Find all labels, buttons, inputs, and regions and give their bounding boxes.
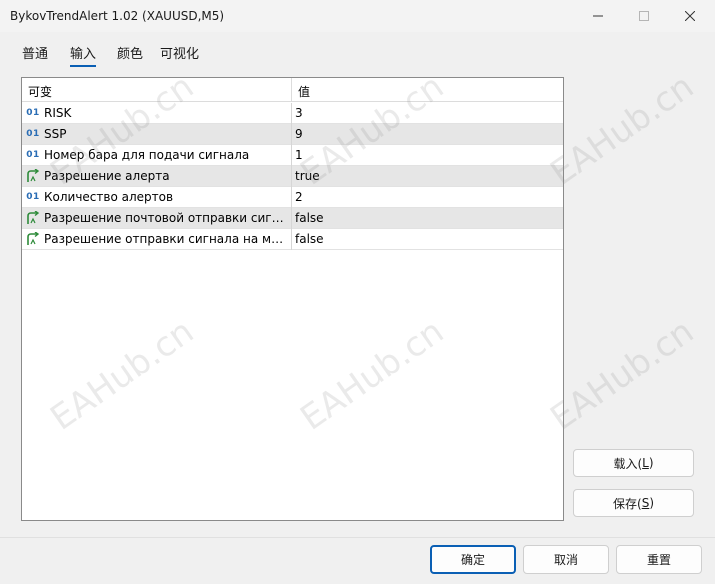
title-bar: BykovTrendAlert 1.02 (XAUUSD,M5) (0, 0, 715, 32)
param-value[interactable]: 2 (295, 190, 303, 204)
param-name: SSP (44, 127, 67, 141)
column-header-variable[interactable]: 可变 (28, 83, 52, 100)
param-value[interactable]: 1 (295, 148, 303, 162)
ok-button[interactable]: 确定 (430, 545, 516, 574)
param-name: Разрешение почтовой отправки сигн... (44, 211, 288, 225)
integer-icon: 01 (26, 108, 40, 118)
load-suffix: ) (648, 456, 654, 470)
table-row[interactable]: Разрешение почтовой отправки сигн... fal… (22, 208, 563, 229)
tab-bar: 普通 输入 颜色 可视化 (0, 36, 715, 67)
save-label: 保存( (613, 496, 642, 511)
parameters-grid[interactable]: 可变 值 01 RISK 3 01 SSP 9 01 Номер бара дл… (21, 77, 564, 521)
save-suffix: ) (649, 496, 654, 510)
bool-arrow-icon (26, 211, 40, 225)
integer-icon: 01 (26, 150, 40, 160)
grid-header: 可变 值 (22, 78, 563, 102)
integer-icon: 01 (26, 129, 40, 139)
bool-arrow-icon (26, 232, 40, 246)
column-header-value[interactable]: 值 (298, 83, 310, 100)
param-value[interactable]: 9 (295, 127, 303, 141)
save-accelerator: S (641, 496, 650, 510)
table-row[interactable]: 01 Номер бара для подачи сигнала 1 (22, 145, 563, 166)
param-name: RISK (44, 106, 72, 120)
load-accelerator: L (642, 456, 649, 470)
reset-button[interactable]: 重置 (616, 545, 702, 574)
param-value[interactable]: false (295, 232, 324, 246)
close-button[interactable] (667, 0, 713, 32)
table-row[interactable]: Разрешение отправки сигнала на мо... fal… (22, 229, 563, 250)
table-row[interactable]: 01 SSP 9 (22, 124, 563, 145)
cell-divider (291, 166, 292, 187)
param-name: Количество алертов (44, 190, 174, 204)
param-name: Разрешение отправки сигнала на мо... (44, 232, 288, 246)
watermark: EAHub.cn (543, 311, 702, 439)
param-value[interactable]: true (295, 169, 320, 183)
param-name: Номер бара для подачи сигнала (44, 148, 250, 162)
table-row[interactable]: 01 RISK 3 (22, 103, 563, 124)
window-title: BykovTrendAlert 1.02 (XAUUSD,M5) (10, 9, 225, 23)
table-row[interactable]: 01 Количество алертов 2 (22, 187, 563, 208)
cell-divider (291, 229, 292, 250)
column-divider[interactable] (291, 78, 292, 102)
bool-arrow-icon (26, 169, 40, 183)
tab-inputs[interactable]: 输入 (70, 43, 97, 67)
maximize-icon (639, 11, 649, 21)
cell-divider (291, 124, 292, 145)
cell-divider (291, 187, 292, 208)
minimize-icon (593, 15, 603, 17)
cancel-button[interactable]: 取消 (523, 545, 609, 574)
param-value[interactable]: false (295, 211, 324, 225)
minimize-button[interactable] (575, 0, 621, 32)
tab-visualization[interactable]: 可视化 (160, 43, 199, 62)
load-label: 载入( (613, 456, 643, 471)
param-name: Разрешение алерта (44, 169, 170, 183)
cell-divider (291, 103, 292, 124)
cell-divider (291, 145, 292, 166)
tab-colors[interactable]: 颜色 (117, 43, 143, 62)
tab-general[interactable]: 普通 (22, 43, 48, 62)
watermark: EAHub.cn (543, 66, 702, 194)
param-value[interactable]: 3 (295, 106, 303, 120)
cell-divider (291, 208, 292, 229)
maximize-button[interactable] (621, 0, 667, 32)
close-icon (685, 11, 695, 21)
table-row[interactable]: Разрешение алерта true (22, 166, 563, 187)
load-button[interactable]: 载入(L) (573, 449, 694, 477)
save-button[interactable]: 保存(S) (573, 489, 694, 517)
integer-icon: 01 (26, 192, 40, 202)
